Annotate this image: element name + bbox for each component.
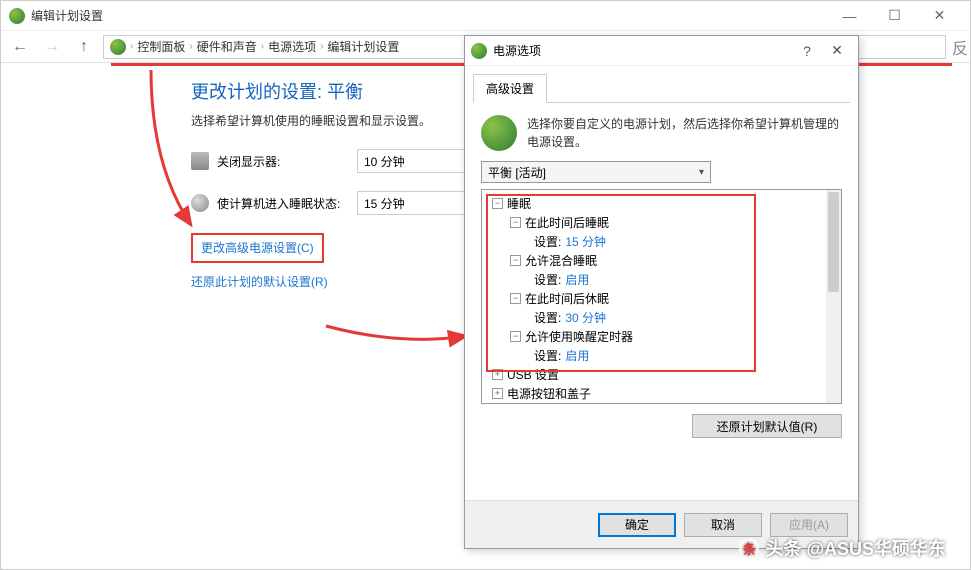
maximize-button[interactable]: ☐: [872, 1, 917, 31]
tree-node-sleep[interactable]: 睡眠: [507, 195, 531, 212]
tree-setting-value[interactable]: 启用: [565, 271, 589, 288]
titlebar: 编辑计划设置 — ☐ ✕: [1, 1, 970, 31]
dialog-instruction: 选择你要自定义的电源计划，然后选择你希望计算机管理的电源设置。: [527, 115, 842, 151]
breadcrumb-overflow: 反: [952, 35, 964, 59]
minimize-button[interactable]: —: [827, 1, 872, 31]
collapse-icon[interactable]: −: [510, 331, 521, 342]
back-button[interactable]: ←: [7, 34, 33, 60]
expand-icon[interactable]: +: [492, 369, 503, 380]
setting-label: 使计算机进入睡眠状态:: [217, 195, 357, 212]
restore-plan-defaults-button[interactable]: 还原计划默认值(R): [692, 414, 842, 438]
tree-node[interactable]: USB 设置: [507, 366, 559, 383]
forward-button[interactable]: →: [39, 34, 65, 60]
setting-label: 关闭显示器:: [217, 153, 357, 170]
tree-node[interactable]: 允许混合睡眠: [525, 252, 597, 269]
monitor-icon: [191, 152, 209, 170]
plan-combo[interactable]: 平衡 [活动]▾: [481, 161, 711, 183]
advanced-settings-link[interactable]: 更改高级电源设置(C): [201, 241, 314, 255]
scrollbar-thumb[interactable]: [828, 192, 839, 292]
cancel-button[interactable]: 取消: [684, 513, 762, 537]
up-button[interactable]: ↑: [71, 34, 97, 60]
dialog-titlebar: 电源选项 ? ✕: [465, 36, 858, 66]
location-icon: [110, 39, 126, 55]
collapse-icon[interactable]: −: [510, 217, 521, 228]
dialog-icon: [471, 43, 487, 59]
crumb[interactable]: 编辑计划设置: [327, 38, 399, 55]
tree-setting-label: 设置:: [534, 309, 561, 326]
collapse-icon[interactable]: −: [510, 293, 521, 304]
annotation-arrow: [321, 321, 471, 351]
tree-node[interactable]: 电源按钮和盖子: [507, 385, 591, 402]
settings-tree[interactable]: −睡眠 −在此时间后睡眠 设置:15 分钟 −允许混合睡眠 设置:启用 −在此时…: [481, 189, 842, 404]
collapse-icon[interactable]: −: [492, 198, 503, 209]
sleep-icon: [191, 194, 209, 212]
crumb[interactable]: 控制面板: [137, 38, 185, 55]
tree-node[interactable]: 在此时间后休眠: [525, 290, 609, 307]
close-button[interactable]: ✕: [917, 1, 962, 31]
setting-value-display[interactable]: 10 分钟: [357, 149, 467, 173]
tree-setting-value[interactable]: 启用: [565, 347, 589, 364]
crumb[interactable]: 硬件和声音: [197, 38, 257, 55]
collapse-icon[interactable]: −: [510, 255, 521, 266]
power-icon: [481, 115, 517, 151]
tab-strip: 高级设置: [473, 74, 850, 103]
tab-advanced[interactable]: 高级设置: [473, 74, 547, 103]
tree-setting-value[interactable]: 15 分钟: [565, 233, 606, 250]
annotation-highlight: 更改高级电源设置(C): [191, 233, 324, 263]
expand-icon[interactable]: +: [492, 388, 503, 399]
tree-setting-label: 设置:: [534, 271, 561, 288]
app-icon: [9, 8, 25, 24]
watermark: 条 头条 @ASUS华硕华东: [739, 535, 946, 561]
watermark-icon: 条: [739, 538, 759, 558]
power-options-dialog: 电源选项 ? ✕ 高级设置 选择你要自定义的电源计划，然后选择你希望计算机管理的…: [464, 35, 859, 549]
help-button[interactable]: ?: [792, 43, 822, 59]
tree-setting-label: 设置:: [534, 233, 561, 250]
dialog-title: 电源选项: [493, 42, 792, 59]
restore-defaults-link[interactable]: 还原此计划的默认设置(R): [191, 273, 328, 290]
apply-button[interactable]: 应用(A): [770, 513, 848, 537]
tree-node[interactable]: 允许使用唤醒定时器: [525, 328, 633, 345]
window-title: 编辑计划设置: [31, 7, 827, 24]
chevron-down-icon: ▾: [699, 167, 704, 178]
setting-value-sleep[interactable]: 15 分钟: [357, 191, 467, 215]
scrollbar[interactable]: [826, 190, 841, 403]
crumb[interactable]: 电源选项: [268, 38, 316, 55]
tree-setting-value[interactable]: 30 分钟: [565, 309, 606, 326]
dialog-close-button[interactable]: ✕: [822, 42, 852, 59]
tree-node[interactable]: 在此时间后睡眠: [525, 214, 609, 231]
tree-setting-label: 设置:: [534, 347, 561, 364]
ok-button[interactable]: 确定: [598, 513, 676, 537]
